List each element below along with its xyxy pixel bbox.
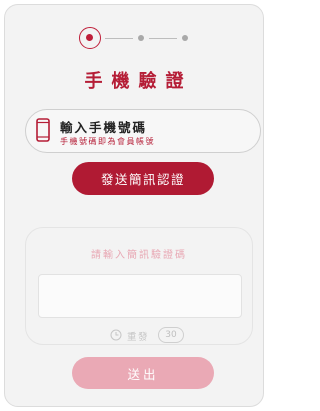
step-connector (149, 38, 177, 39)
resend-row: 重發 30 (26, 327, 252, 344)
step-2 (138, 35, 144, 41)
send-sms-button[interactable]: 發送簡訊認證 (72, 162, 214, 195)
submit-button[interactable]: 送出 (72, 357, 214, 389)
verification-panel: 請輸入簡訊驗證碼 重發 30 (25, 227, 253, 345)
step-indicator (5, 27, 263, 51)
verification-card: 手機驗證 輸入手機號碼 手機號碼即為會員帳號 發送簡訊認證 請輸入簡訊驗證碼 重… (4, 4, 264, 407)
page-title: 手機驗證 (84, 71, 193, 92)
mobile-phone-icon (36, 118, 50, 142)
phone-number-field[interactable]: 輸入手機號碼 手機號碼即為會員帳號 (25, 109, 261, 153)
step-connector (105, 38, 133, 39)
step-1-active (79, 27, 101, 49)
phone-field-label: 輸入手機號碼 (60, 120, 148, 135)
countdown-badge: 30 (158, 327, 184, 343)
phone-field-hint: 手機號碼即為會員帳號 (60, 137, 155, 146)
verification-prompt: 請輸入簡訊驗證碼 (91, 250, 187, 261)
resend-button[interactable]: 重發 (127, 329, 149, 343)
verification-code-input[interactable] (38, 274, 242, 318)
clock-icon (110, 329, 122, 341)
step-3 (182, 35, 188, 41)
